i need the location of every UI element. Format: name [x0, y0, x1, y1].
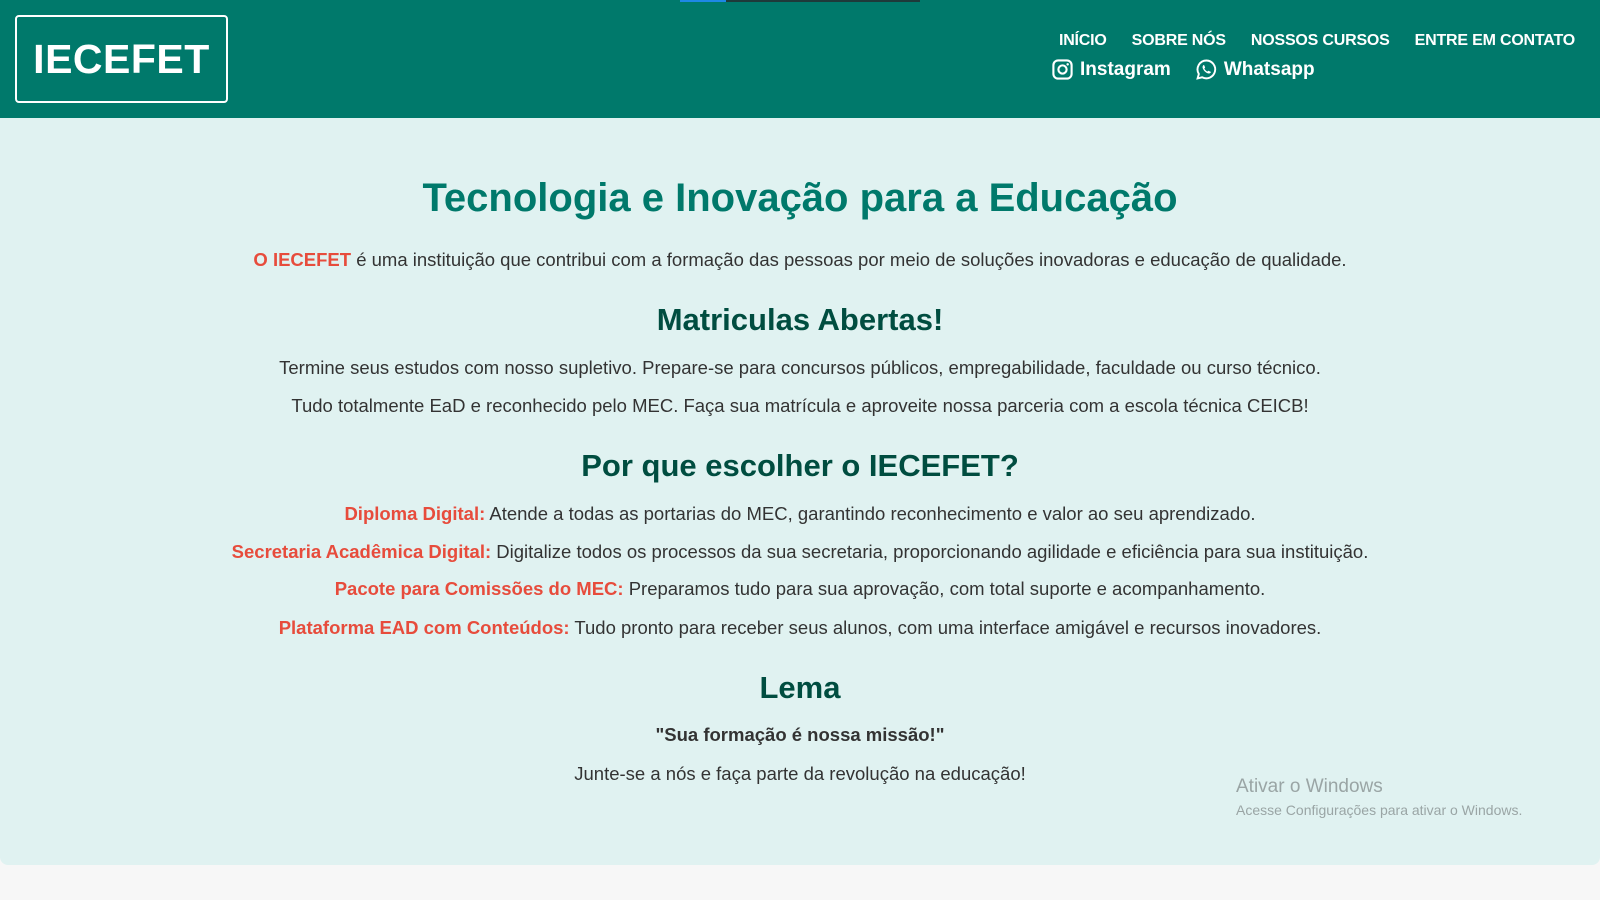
watermark-subtitle: Acesse Configurações para ativar o Windo… — [1236, 802, 1523, 818]
whatsapp-label: Whatsapp — [1223, 58, 1315, 80]
why-item-label: Pacote para Comissões do MEC: — [334, 578, 624, 599]
site-header: IECEFET INÍCIO SOBRE NÓS NOSSOS CURSOS E… — [0, 0, 1600, 118]
watermark-title: Ativar o Windows — [1236, 776, 1383, 797]
enrollment-line-1: Termine seus estudos com nosso supletivo… — [279, 357, 1321, 378]
page-title: Tecnologia e Inovação para a Educação — [422, 176, 1178, 220]
nav-item-nossos-cursos[interactable]: NOSSOS CURSOS — [1251, 32, 1390, 50]
main-content: Tecnologia e Inovação para a Educação O … — [0, 118, 1600, 865]
why-item-secretaria-digital: Secretaria Acadêmica Digital: Digitalize… — [0, 541, 1600, 563]
why-item-diploma-digital: Diploma Digital: Atende a todas as porta… — [0, 503, 1600, 525]
windows-activation-watermark: Ativar o Windows Acesse Configurações pa… — [1236, 776, 1522, 818]
motto-quote: "Sua formação é nossa missão!" — [655, 724, 945, 745]
intro-paragraph: O IECEFET é uma instituição que contribu… — [0, 249, 1600, 271]
why-heading: Por que escolher o IECEFET? — [581, 448, 1019, 483]
why-item-label: Secretaria Acadêmica Digital: — [231, 541, 492, 562]
logo-button[interactable]: IECEFET — [15, 15, 228, 103]
whatsapp-link[interactable]: Whatsapp — [1195, 58, 1315, 81]
why-item-pacote-mec: Pacote para Comissões do MEC: Preparamos… — [0, 578, 1600, 600]
instagram-label: Instagram — [1080, 58, 1171, 80]
instagram-icon — [1052, 59, 1073, 80]
enrollment-line-2: Tudo totalmente EaD e reconhecido pelo M… — [291, 395, 1309, 416]
why-item-text: Tudo pronto para receber seus alunos, co… — [569, 617, 1322, 638]
intro-text: é uma instituição que contribui com a fo… — [351, 249, 1347, 270]
nav-item-inicio[interactable]: INÍCIO — [1059, 32, 1107, 50]
why-item-label: Diploma Digital: — [344, 503, 486, 524]
whatsapp-icon — [1196, 59, 1216, 80]
instagram-link[interactable]: Instagram — [1051, 58, 1171, 81]
motto-heading: Lema — [759, 670, 841, 705]
why-item-text: Atende a todas as portarias do MEC, gara… — [485, 503, 1256, 524]
social-links: Instagram Whatsapp — [1051, 58, 1315, 81]
why-item-plataforma-ead: Plataforma EAD com Conteúdos: Tudo pront… — [0, 617, 1600, 639]
intro-highlight: O IECEFET — [253, 249, 352, 270]
top-strip — [680, 0, 920, 2]
why-item-label: Plataforma EAD com Conteúdos: — [278, 617, 570, 638]
why-item-text: Preparamos tudo para sua aprovação, com … — [623, 578, 1266, 599]
why-item-text: Digitalize todos os processos da sua sec… — [491, 541, 1369, 562]
logo-text: IECEFET — [33, 35, 210, 82]
nav-item-entre-em-contato[interactable]: ENTRE EM CONTATO — [1415, 32, 1576, 50]
enrollment-heading: Matriculas Abertas! — [656, 302, 944, 337]
main-nav: INÍCIO SOBRE NÓS NOSSOS CURSOS ENTRE EM … — [1059, 32, 1575, 50]
nav-item-sobre-nos[interactable]: SOBRE NÓS — [1132, 32, 1226, 50]
